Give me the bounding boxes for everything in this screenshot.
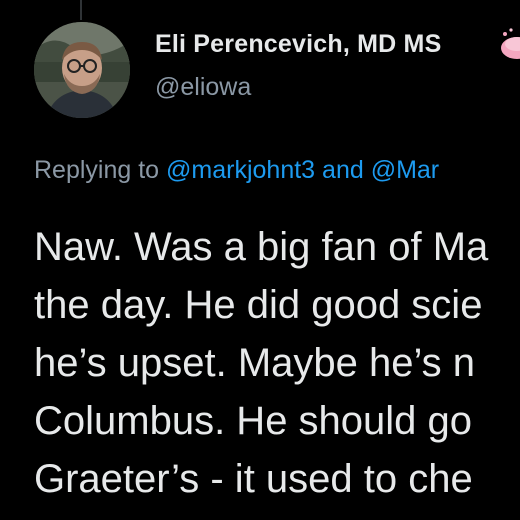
replying-to-line: Replying to @markjohnt3 and @Mar (34, 156, 439, 185)
tweet-text-line: Columbus. He should go (34, 399, 473, 443)
tweet-text-line: the day. He did good scie (34, 283, 483, 327)
mention-link-1[interactable]: @markjohnt3 (166, 156, 315, 184)
tweet-text-line: Graeter’s - it used to che (34, 457, 473, 501)
tweet-view: Eli Perencevich, MD MS @eliowa Replying … (0, 0, 520, 520)
mention-link-2[interactable]: @Mar (371, 156, 439, 184)
avatar[interactable] (34, 22, 130, 118)
tweet-text-line: he’s upset. Maybe he’s n (34, 341, 476, 385)
avatar-photo (34, 22, 130, 118)
tweet-text-line: Naw. Was a big fan of Ma (34, 225, 489, 269)
replying-to-prefix: Replying to (34, 156, 167, 184)
thread-connector-line (80, 0, 82, 20)
replying-conjunction: and (315, 156, 371, 184)
author-display-name[interactable]: Eli Perencevich, MD MS (155, 30, 441, 59)
author-handle[interactable]: @eliowa (155, 73, 251, 102)
tweet-text: Naw. Was a big fan of Ma the day. He did… (34, 218, 520, 508)
pink-emoji-icon (497, 26, 520, 62)
